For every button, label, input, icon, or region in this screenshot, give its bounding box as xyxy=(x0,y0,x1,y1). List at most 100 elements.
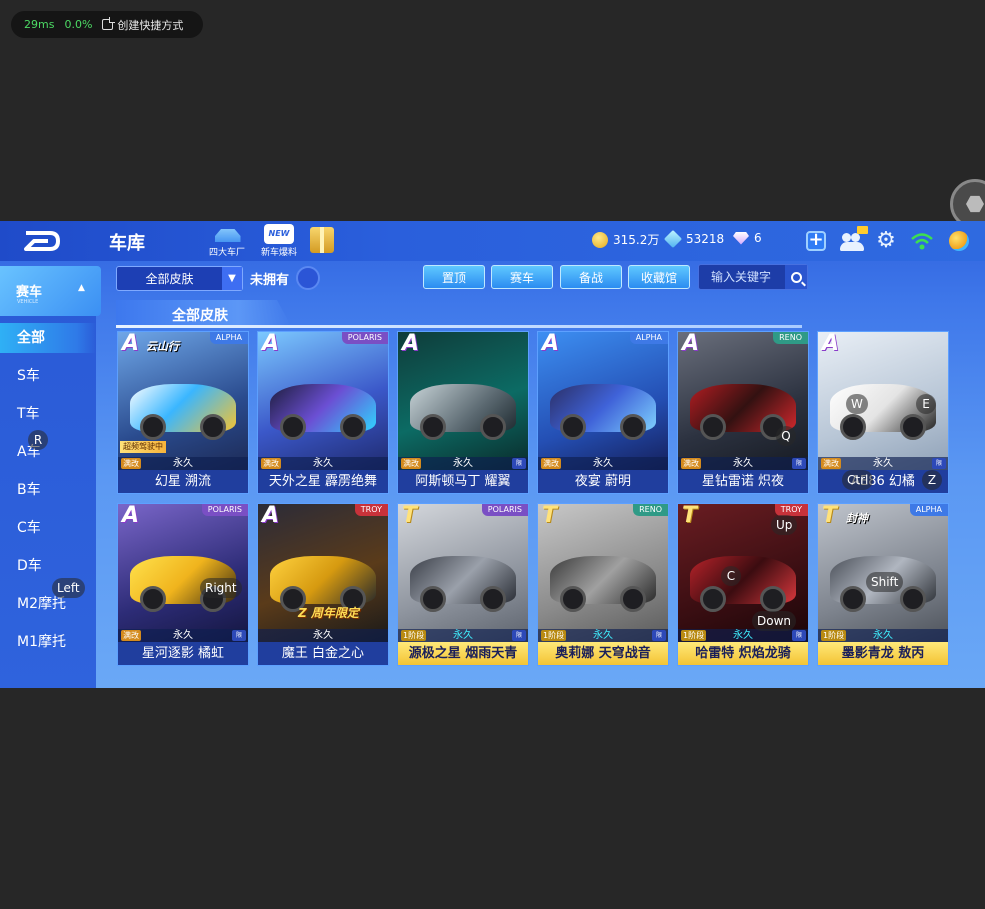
search-button[interactable] xyxy=(785,265,807,289)
brand-label: TROY xyxy=(354,504,388,516)
card-footer: 1阶段 永久限 xyxy=(398,629,528,642)
skin-card[interactable]: T RENO 1阶段 永久限奥莉娜 天穹战音 xyxy=(537,503,669,666)
add-currency-button[interactable]: + xyxy=(804,229,828,253)
section-divider xyxy=(116,325,802,328)
chevron-down-icon: ▼ xyxy=(222,267,242,290)
diamond-value: 6 xyxy=(754,231,762,245)
search-input[interactable] xyxy=(699,265,785,289)
skin-name: 星河逐影 橘虹 xyxy=(118,642,248,665)
card-footer: 永久 xyxy=(258,629,388,642)
sidebar-item-all[interactable]: 全部 xyxy=(0,323,96,353)
skin-card[interactable]: A RENO 满改 永久限星钻雷诺 炽夜 xyxy=(677,331,809,494)
card-footer: 满改 永久 xyxy=(258,457,388,470)
game-logo-icon[interactable] xyxy=(22,230,62,252)
grade-label: T xyxy=(542,503,558,528)
duration-label: 永久 xyxy=(313,630,333,641)
factory-button[interactable]: 四大车厂 xyxy=(206,224,248,258)
network-status xyxy=(910,229,934,253)
racing-button[interactable]: 赛车 xyxy=(491,265,553,289)
sidebar-item-t[interactable]: T车 xyxy=(0,399,96,429)
activity-button[interactable] xyxy=(947,229,971,253)
coin-value: 315.2万 xyxy=(613,233,660,247)
section-title: 全部皮肤 xyxy=(172,308,228,324)
card-footer: 满改 永久限 xyxy=(678,457,808,470)
brand-label: POLARIS xyxy=(341,332,388,344)
brand-label: RENO xyxy=(633,504,668,516)
search-icon xyxy=(790,271,802,283)
settings-button[interactable]: ⚙ xyxy=(874,229,898,253)
skin-card[interactable]: A 满改 永久限阿斯顿马丁 耀翼 xyxy=(397,331,529,494)
skin-name: 幻星 溯流 xyxy=(118,470,248,493)
skin-card[interactable]: A POLARIS 满改 永久 天外之星 霹雳绝舞 xyxy=(257,331,389,494)
loss-text: 0.0% xyxy=(64,18,93,31)
limited-badge: 限 xyxy=(232,630,246,641)
skin-filter-value: 全部皮肤 xyxy=(145,272,194,286)
collection-button[interactable]: 收藏馆 xyxy=(628,265,690,289)
create-shortcut-label: 创建快捷方式 xyxy=(117,18,184,32)
prepare-button[interactable]: 备战 xyxy=(560,265,622,289)
card-footer: 1阶段 永久 xyxy=(818,629,948,642)
car-image xyxy=(550,384,656,440)
sidebar-item-c[interactable]: C车 xyxy=(0,513,96,543)
grade-label: A xyxy=(122,503,140,528)
skin-art xyxy=(398,504,528,642)
sidebar-item-a[interactable]: A车 xyxy=(0,437,96,467)
perf-indicator: 29ms 0.0% 创建快捷方式 xyxy=(11,11,203,38)
skin-name: 夜宴 蔚明 xyxy=(538,470,668,493)
car-image xyxy=(270,556,376,612)
vehicle-category-dropdown[interactable]: 赛车 VEHICLE ▲ xyxy=(0,266,101,316)
news-button[interactable]: NEW 新车爆料 xyxy=(258,224,300,258)
limited-badge: 限 xyxy=(792,458,806,469)
new-badge-icon: NEW xyxy=(264,224,294,244)
grade-label: A xyxy=(402,331,420,356)
skin-name: 阿斯顿马丁 耀翼 xyxy=(398,470,528,493)
activity-ball-icon xyxy=(949,231,969,251)
brand-label: POLARIS xyxy=(481,504,528,516)
not-owned-toggle[interactable] xyxy=(296,266,320,290)
grade-label: A xyxy=(122,331,140,356)
coin-counter: 315.2万 xyxy=(592,231,659,248)
sidebar-item-d[interactable]: D车 xyxy=(0,551,96,581)
pin-top-button[interactable]: 置顶 xyxy=(423,265,485,289)
skin-card[interactable]: A ALPHA 满改 永久 夜宴 蔚明 xyxy=(537,331,669,494)
skin-card[interactable]: T POLARIS 1阶段 永久限源极之星 烟雨天青 xyxy=(397,503,529,666)
skin-name: 墨影青龙 敖丙 xyxy=(818,642,948,665)
car-image xyxy=(690,556,796,612)
grade-label: T xyxy=(402,503,418,528)
grade-label: A xyxy=(262,503,280,528)
limited-badge: 限 xyxy=(652,630,666,641)
skin-card[interactable]: A TROY Z 周年限定 永久 魔王 白金之心 xyxy=(257,503,389,666)
sidebar-item-b[interactable]: B车 xyxy=(0,475,96,505)
sidebar-item-s[interactable]: S车 xyxy=(0,361,96,391)
skin-name: 源极之星 烟雨天青 xyxy=(398,642,528,665)
skin-filter-select[interactable]: 全部皮肤 ▼ xyxy=(116,266,243,291)
duration-label: 永久 xyxy=(873,630,893,641)
anniversary-label: Z 周年限定 xyxy=(298,606,359,620)
grade-label: T xyxy=(682,503,698,528)
friends-button[interactable] xyxy=(840,226,868,253)
sidebar-item-m1[interactable]: M1摩托 xyxy=(0,627,96,657)
create-shortcut-button[interactable]: 创建快捷方式 xyxy=(102,17,183,33)
car-image xyxy=(550,556,656,612)
card-footer: 1阶段 永久限 xyxy=(538,629,668,642)
key-hint: Ctrl xyxy=(842,470,874,490)
grade-label: T xyxy=(822,503,838,528)
duration-label: 永久 xyxy=(733,458,753,469)
plus-icon: + xyxy=(806,231,826,251)
duration-label: 永久 xyxy=(873,458,893,469)
limited-badge: 限 xyxy=(512,458,526,469)
car-image xyxy=(130,384,236,440)
skin-card[interactable]: A ALPHA 云山行 超频驾驶中 满改 永久 幻星 溯流 xyxy=(117,331,249,494)
card-footer: 1阶段 永久限 xyxy=(678,629,808,642)
duration-label: 永久 xyxy=(593,458,613,469)
card-footer: 满改 永久 xyxy=(538,457,668,470)
coin-icon xyxy=(592,231,608,248)
skin-art xyxy=(538,504,668,642)
hexagon-icon xyxy=(966,195,984,213)
gift-icon[interactable] xyxy=(310,227,334,253)
grade-label: A xyxy=(682,331,700,356)
duration-label: 永久 xyxy=(453,458,473,469)
mail-badge-icon xyxy=(857,226,868,234)
top-bar: 车库 四大车厂 NEW 新车爆料 315.2万 53218 6 + ⚙ xyxy=(0,221,985,261)
key-hint: Up xyxy=(771,515,798,535)
